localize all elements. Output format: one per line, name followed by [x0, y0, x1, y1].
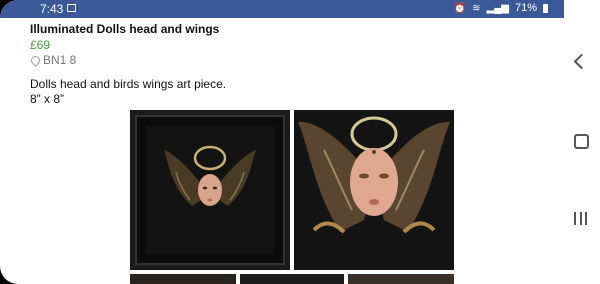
battery-percent: 71%: [514, 2, 537, 14]
framed-doll-art-image: [135, 115, 285, 265]
listing-photo-1[interactable]: [130, 110, 290, 270]
listing-price: £69: [30, 38, 51, 52]
home-icon[interactable]: [574, 134, 589, 149]
doll-closeup-image: [294, 110, 454, 270]
system-nav-bar: [564, 0, 600, 284]
back-icon[interactable]: [573, 53, 590, 70]
recent-apps-icon[interactable]: [574, 212, 587, 225]
app-screen: 7:43 ⏰ ≋ ▂▄▆ 71% Illuminated Dolls head …: [0, 0, 564, 284]
location-label: BN1 8: [43, 53, 77, 67]
listing-photo-2[interactable]: [294, 110, 454, 270]
listing-details: Illuminated Dolls head and wings £69 BN1…: [29, 22, 550, 107]
description-line-1: Dolls head and birds wings art piece.: [30, 77, 227, 91]
listing-photo-4[interactable]: [240, 274, 344, 284]
listing-photo-3[interactable]: [130, 274, 236, 284]
location-pin-icon: [29, 53, 42, 67]
alarm-icon: ⏰: [453, 2, 467, 14]
battery-icon: [543, 3, 548, 13]
status-bar: 7:43 ⏰ ≋ ▂▄▆ 71%: [0, 0, 564, 18]
signal-icon: ▂▄▆: [486, 2, 509, 14]
wifi-icon: ≋: [472, 2, 481, 14]
description-line-2: 8” x 8”: [30, 92, 65, 106]
status-icons: ⏰ ≋ ▂▄▆ 71%: [454, 2, 548, 14]
listing-photo-5[interactable]: [348, 274, 454, 284]
listing-title: Illuminated Dolls head and wings: [30, 22, 220, 36]
status-time: 7:43: [40, 2, 64, 16]
gallery-notification-icon: [67, 4, 76, 12]
listing-description: Dolls head and birds wings art piece. 8”…: [30, 77, 550, 107]
listing-location[interactable]: BN1 8: [29, 53, 550, 67]
